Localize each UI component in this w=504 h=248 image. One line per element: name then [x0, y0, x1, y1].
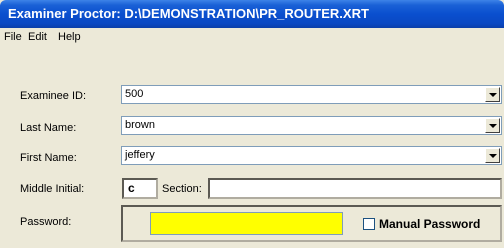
manual-password-label[interactable]: Manual Password — [379, 217, 480, 231]
password-group: Manual Password — [121, 205, 502, 242]
menu-edit[interactable]: Edit — [28, 31, 47, 43]
menu-file[interactable]: File — [4, 31, 22, 43]
last-name-label: Last Name: — [20, 122, 77, 134]
section-field[interactable] — [208, 178, 502, 199]
last-name-combo[interactable]: brown — [121, 116, 502, 135]
last-name-value: brown — [125, 119, 155, 131]
middle-initial-label: Middle Initial: — [20, 183, 85, 195]
first-name-label: First Name: — [20, 152, 77, 164]
first-name-value: jeffery — [125, 149, 155, 161]
examinee-id-value: 500 — [125, 88, 144, 100]
menu-bar: File Edit Help — [0, 28, 504, 48]
password-label: Password: — [20, 216, 72, 228]
password-field[interactable] — [150, 212, 343, 235]
examinee-id-label: Examinee ID: — [20, 90, 87, 102]
section-label: Section: — [162, 183, 202, 195]
chevron-down-icon[interactable] — [485, 87, 500, 102]
manual-password-checkbox[interactable] — [363, 218, 375, 230]
middle-initial-field[interactable]: c — [122, 178, 158, 199]
title-bar[interactable]: Examiner Proctor: D:\DEMONSTRATION\PR_RO… — [0, 0, 504, 28]
chevron-down-icon[interactable] — [485, 148, 500, 163]
window-title: Examiner Proctor: D:\DEMONSTRATION\PR_RO… — [8, 6, 369, 21]
menu-help[interactable]: Help — [58, 31, 81, 43]
chevron-down-icon[interactable] — [485, 118, 500, 133]
examinee-id-combo[interactable]: 500 — [121, 85, 502, 104]
middle-initial-value: c — [128, 181, 135, 195]
first-name-combo[interactable]: jeffery — [121, 146, 502, 165]
